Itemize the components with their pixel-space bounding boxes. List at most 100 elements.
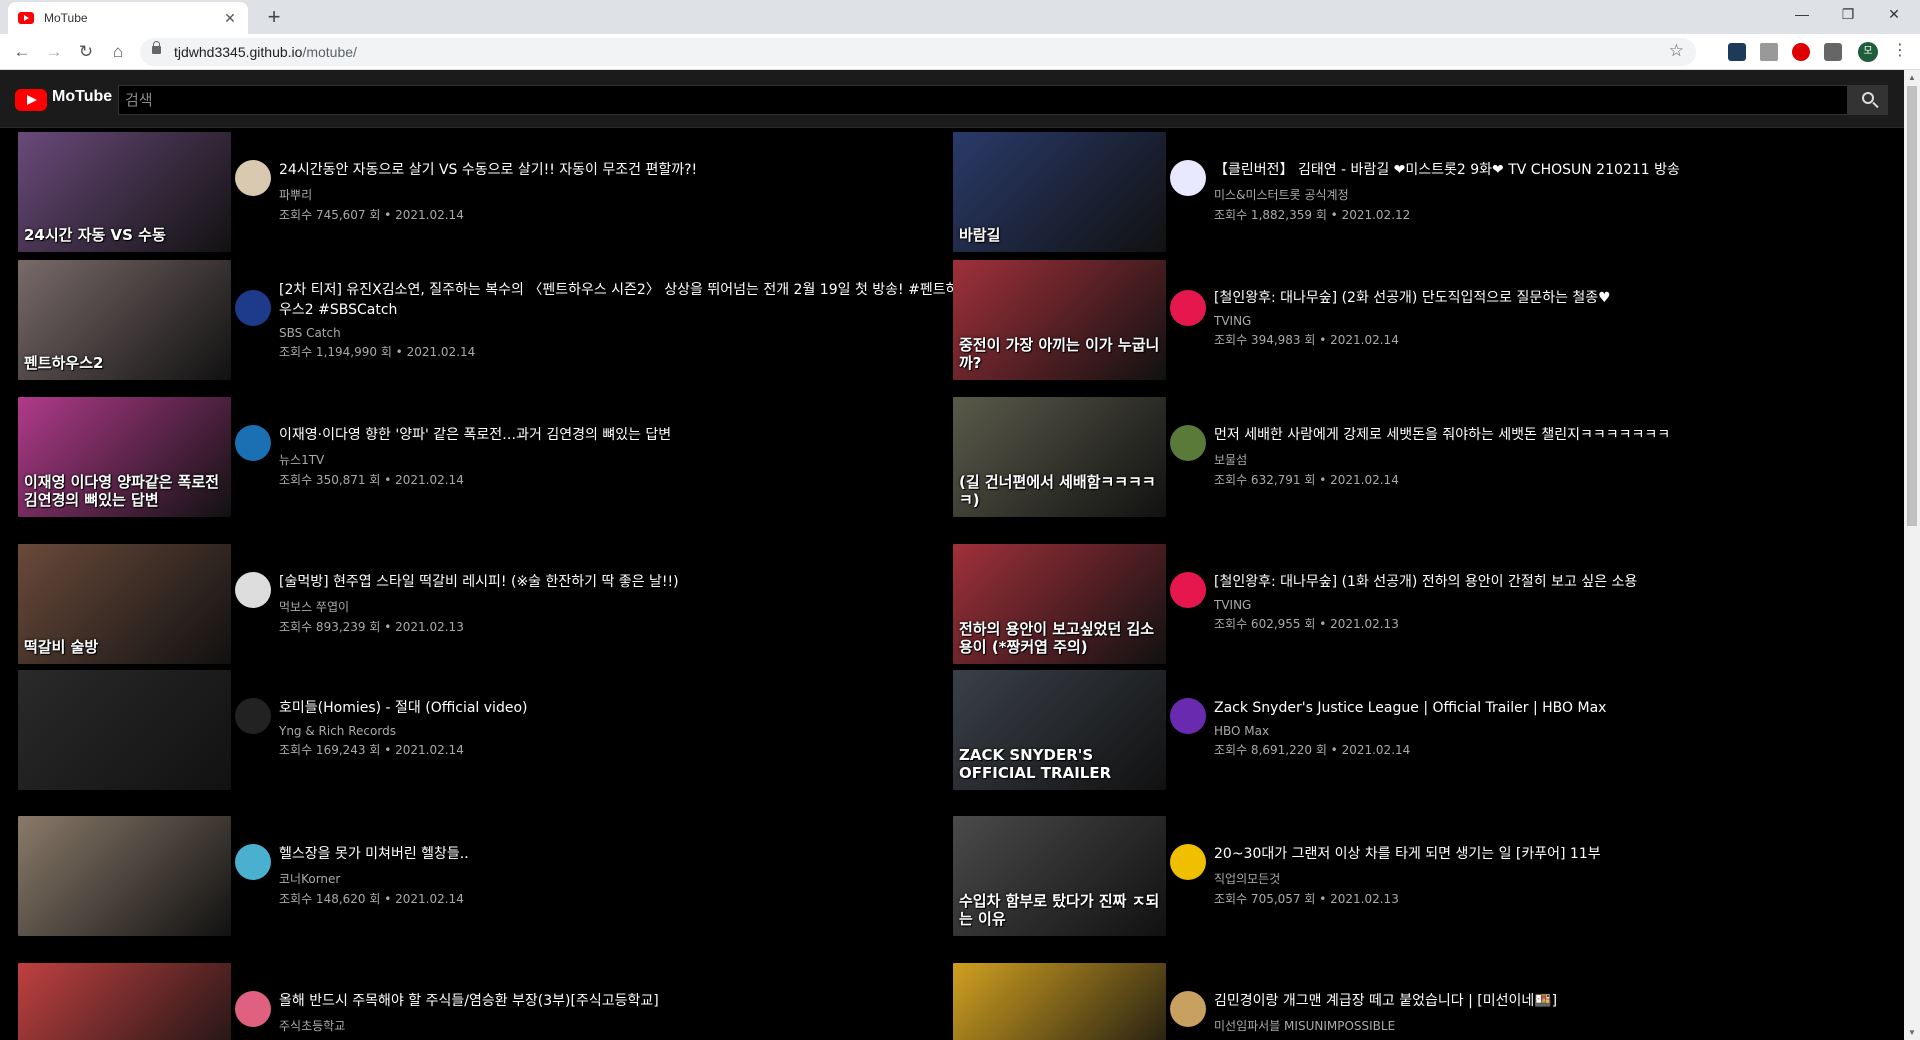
channel-name[interactable]: TVING bbox=[1214, 314, 1894, 328]
new-tab-button[interactable]: + bbox=[260, 4, 288, 32]
channel-name[interactable]: 뉴스1TV bbox=[279, 451, 959, 468]
video-thumbnail[interactable]: 수입차 함부로 탔다가 진짜 ㅈ되는 이유 bbox=[953, 816, 1166, 936]
chrome-menu-icon[interactable]: ⋮ bbox=[1892, 40, 1908, 60]
video-card[interactable]: 달리는 말에 올라타지올해 반드시 주목해야 할 주식들/염승환 부장(3부)[… bbox=[18, 963, 918, 1040]
video-title[interactable]: Zack Snyder's Justice League | Official … bbox=[1214, 698, 1894, 718]
channel-avatar[interactable] bbox=[235, 698, 271, 734]
video-title[interactable]: [철인왕후: 대나무숲] (2화 선공개) 단도직입적으로 질문하는 철종♥ bbox=[1214, 288, 1894, 308]
channel-name[interactable]: SBS Catch bbox=[279, 326, 959, 340]
scroll-thumb[interactable] bbox=[1907, 86, 1917, 526]
video-thumbnail[interactable]: 이재영 이다영 양파같은 폭로전 김연경의 뼈있는 답변 bbox=[18, 397, 231, 517]
video-card[interactable]: 떡갈비 술방 [술먹방] 현주엽 스타일 떡갈비 레시피! (※술 한잔하기 딱 … bbox=[18, 544, 918, 666]
channel-name[interactable]: 미스&미스터트롯 공식계정 bbox=[1214, 186, 1894, 203]
channel-avatar[interactable] bbox=[235, 425, 271, 461]
profile-avatar[interactable]: 모 bbox=[1858, 42, 1878, 62]
video-title[interactable]: 【클린버전】 김태연 - 바람길 ❤미스트롯2 9화❤ TV CHOSUN 21… bbox=[1214, 160, 1894, 180]
channel-avatar[interactable] bbox=[1170, 290, 1206, 326]
video-thumbnail[interactable]: 떡갈비 술방 bbox=[18, 544, 231, 664]
video-card[interactable]: 전하의 용안이 보고싶었던 김소용이 (*짱커엽 주의) [철인왕후: 대나무숲]… bbox=[953, 544, 1853, 666]
video-thumbnail[interactable]: 펜트하우스2 bbox=[18, 260, 231, 380]
channel-avatar[interactable] bbox=[1170, 160, 1206, 196]
channel-name[interactable]: 직업의모든것 bbox=[1214, 870, 1894, 887]
video-thumbnail[interactable]: (길 건너편에서 세배함ㅋㅋㅋㅋㅋ) bbox=[953, 397, 1166, 517]
video-card[interactable]: 중전이 가장 아끼는 이가 누굽니까? [철인왕후: 대나무숲] (2화 선공개)… bbox=[953, 260, 1853, 382]
channel-name[interactable]: 미선임파서블 MISUNIMPOSSIBLE bbox=[1214, 1017, 1894, 1034]
close-tab-icon[interactable]: ✕ bbox=[222, 10, 238, 27]
video-info: 헬스장을 못가 미쳐버린 헬창들.. 코너Korner 조회수 148,620 회 … bbox=[279, 844, 959, 907]
extension-react-icon[interactable] bbox=[1728, 43, 1746, 61]
video-title[interactable]: 이재영·이다영 향한 '양파' 같은 폭로전…과거 김연경의 뼈있는 답변 bbox=[279, 425, 959, 445]
video-info: [철인왕후: 대나무숲] (1화 선공개) 전하의 용안이 간절히 보고 싶은 … bbox=[1214, 572, 1894, 632]
reload-icon[interactable]: ↻ bbox=[74, 40, 98, 64]
address-bar[interactable]: tjdwhd3345.github.io/motube/ ☆ bbox=[140, 38, 1696, 66]
motube-logo-icon[interactable] bbox=[15, 89, 47, 111]
video-thumbnail[interactable]: 또 먹어?! 더 먹어도 돼요? bbox=[953, 963, 1166, 1040]
video-card[interactable]: 수입차 함부로 탔다가 진짜 ㅈ되는 이유 20~30대가 그랜저 이상 차를 타… bbox=[953, 816, 1853, 938]
page-scrollbar[interactable]: ▲ ▼ bbox=[1904, 70, 1920, 1040]
extensions-puzzle-icon[interactable] bbox=[1824, 43, 1842, 61]
browser-tab[interactable]: MoTube ✕ bbox=[8, 2, 248, 34]
video-card[interactable]: 이재영 이다영 양파같은 폭로전 김연경의 뼈있는 답변 이재영·이다영 향한 '… bbox=[18, 397, 918, 519]
logo-text[interactable]: MoTube bbox=[52, 88, 112, 106]
video-title[interactable]: [술먹방] 현주엽 스타일 떡갈비 레시피! (※술 한잔하기 딱 좋은 날!!… bbox=[279, 572, 959, 592]
home-icon[interactable]: ⌂ bbox=[106, 40, 130, 64]
channel-avatar[interactable] bbox=[235, 844, 271, 880]
channel-avatar[interactable] bbox=[1170, 572, 1206, 608]
channel-avatar[interactable] bbox=[1170, 991, 1206, 1027]
video-title[interactable]: 먼저 세배한 사람에게 강제로 세뱃돈을 줘야하는 세뱃돈 챌린지ㅋㅋㅋㅋㅋㅋㅋ bbox=[1214, 425, 1894, 445]
channel-avatar[interactable] bbox=[1170, 698, 1206, 734]
back-arrow-icon[interactable]: ← bbox=[10, 40, 34, 64]
video-card[interactable]: 헬스장을 못가 미쳐버린 헬창들.. 코너Korner 조회수 148,620 회 … bbox=[18, 816, 918, 938]
video-card[interactable]: ZACK SNYDER'S OFFICIAL TRAILER Zack Snyde… bbox=[953, 670, 1853, 792]
video-thumbnail[interactable] bbox=[18, 816, 231, 936]
channel-name[interactable]: 파뿌리 bbox=[279, 186, 959, 203]
video-thumbnail[interactable]: ZACK SNYDER'S OFFICIAL TRAILER bbox=[953, 670, 1166, 790]
channel-avatar[interactable] bbox=[235, 572, 271, 608]
video-title[interactable]: 24시간동안 자동으로 살기 VS 수동으로 살기!! 자동이 무조건 편할까?… bbox=[279, 160, 959, 180]
channel-name[interactable]: 주식초등학교 bbox=[279, 1017, 959, 1034]
video-thumbnail[interactable]: 24시간 자동 VS 수동 bbox=[18, 132, 231, 252]
channel-name[interactable]: HBO Max bbox=[1214, 724, 1894, 738]
channel-name[interactable]: 보물섬 bbox=[1214, 451, 1894, 468]
forward-arrow-icon[interactable]: → bbox=[42, 40, 66, 64]
video-title[interactable]: 헬스장을 못가 미쳐버린 헬창들.. bbox=[279, 844, 959, 864]
video-title[interactable]: 호미들(Homies) - 절대 (Official video) bbox=[279, 698, 959, 718]
video-title[interactable]: [철인왕후: 대나무숲] (1화 선공개) 전하의 용안이 간절히 보고 싶은 … bbox=[1214, 572, 1894, 592]
channel-avatar[interactable] bbox=[1170, 844, 1206, 880]
url-path: /motube/ bbox=[302, 44, 357, 60]
channel-avatar[interactable] bbox=[235, 160, 271, 196]
minimize-button[interactable]: — bbox=[1780, 0, 1824, 30]
video-title[interactable]: 김민경이랑 개그맨 계급장 떼고 붙었습니다 | [미선이네🍱] bbox=[1214, 991, 1894, 1011]
close-window-button[interactable]: ✕ bbox=[1872, 0, 1916, 30]
channel-name[interactable]: 코너Korner bbox=[279, 870, 959, 887]
video-card[interactable]: 펜트하우스2 [2차 티저] 유진X김소연, 질주하는 복수의 〈펜트하우스 시즌… bbox=[18, 260, 958, 382]
channel-avatar[interactable] bbox=[1170, 425, 1206, 461]
bookmark-star-icon[interactable]: ☆ bbox=[1669, 41, 1684, 61]
channel-avatar[interactable] bbox=[235, 290, 271, 326]
video-thumbnail[interactable]: 전하의 용안이 보고싶었던 김소용이 (*짱커엽 주의) bbox=[953, 544, 1166, 664]
video-title[interactable]: 20~30대가 그랜저 이상 차를 타게 되면 생기는 일 [카푸어] 11부 bbox=[1214, 844, 1894, 864]
video-thumbnail[interactable]: 중전이 가장 아끼는 이가 누굽니까? bbox=[953, 260, 1166, 380]
video-thumbnail[interactable] bbox=[18, 670, 231, 790]
extension-opera-icon[interactable] bbox=[1792, 43, 1810, 61]
video-card[interactable]: (길 건너편에서 세배함ㅋㅋㅋㅋㅋ) 먼저 세배한 사람에게 강제로 세뱃돈을 줘… bbox=[953, 397, 1853, 519]
channel-name[interactable]: 먹보스 쭈엽이 bbox=[279, 598, 959, 615]
channel-name[interactable]: Yng & Rich Records bbox=[279, 724, 959, 738]
channel-avatar[interactable] bbox=[235, 991, 271, 1027]
scroll-down-arrow-icon[interactable]: ▼ bbox=[1908, 1028, 1916, 1037]
scroll-up-arrow-icon[interactable]: ▲ bbox=[1908, 73, 1916, 82]
video-title[interactable]: 올해 반드시 주목해야 할 주식들/염승환 부장(3부)[주식고등학교] bbox=[279, 991, 959, 1011]
video-card[interactable]: 또 먹어?! 더 먹어도 돼요?김민경이랑 개그맨 계급장 떼고 붙었습니다 |… bbox=[953, 963, 1853, 1040]
video-thumbnail[interactable]: 바람길 bbox=[953, 132, 1166, 252]
video-card[interactable]: 24시간 자동 VS 수동 24시간동안 자동으로 살기 VS 수동으로 살기!!… bbox=[18, 132, 918, 254]
video-card[interactable]: 호미들(Homies) - 절대 (Official video) Yng & R… bbox=[18, 670, 918, 792]
video-title[interactable]: [2차 티저] 유진X김소연, 질주하는 복수의 〈펜트하우스 시즌2〉 상상을… bbox=[279, 280, 959, 320]
maximize-button[interactable]: ❐ bbox=[1826, 0, 1870, 30]
search-input[interactable] bbox=[118, 85, 1848, 115]
video-thumbnail[interactable]: 달리는 말에 올라타지 bbox=[18, 963, 231, 1040]
extension-vue-icon[interactable] bbox=[1760, 43, 1778, 61]
video-info: 20~30대가 그랜저 이상 차를 타게 되면 생기는 일 [카푸어] 11부직… bbox=[1214, 844, 1894, 907]
channel-name[interactable]: TVING bbox=[1214, 598, 1894, 612]
video-card[interactable]: 바람길 【클린버전】 김태연 - 바람길 ❤미스트롯2 9화❤ TV CHOSUN… bbox=[953, 132, 1853, 254]
search-button[interactable] bbox=[1848, 85, 1888, 115]
